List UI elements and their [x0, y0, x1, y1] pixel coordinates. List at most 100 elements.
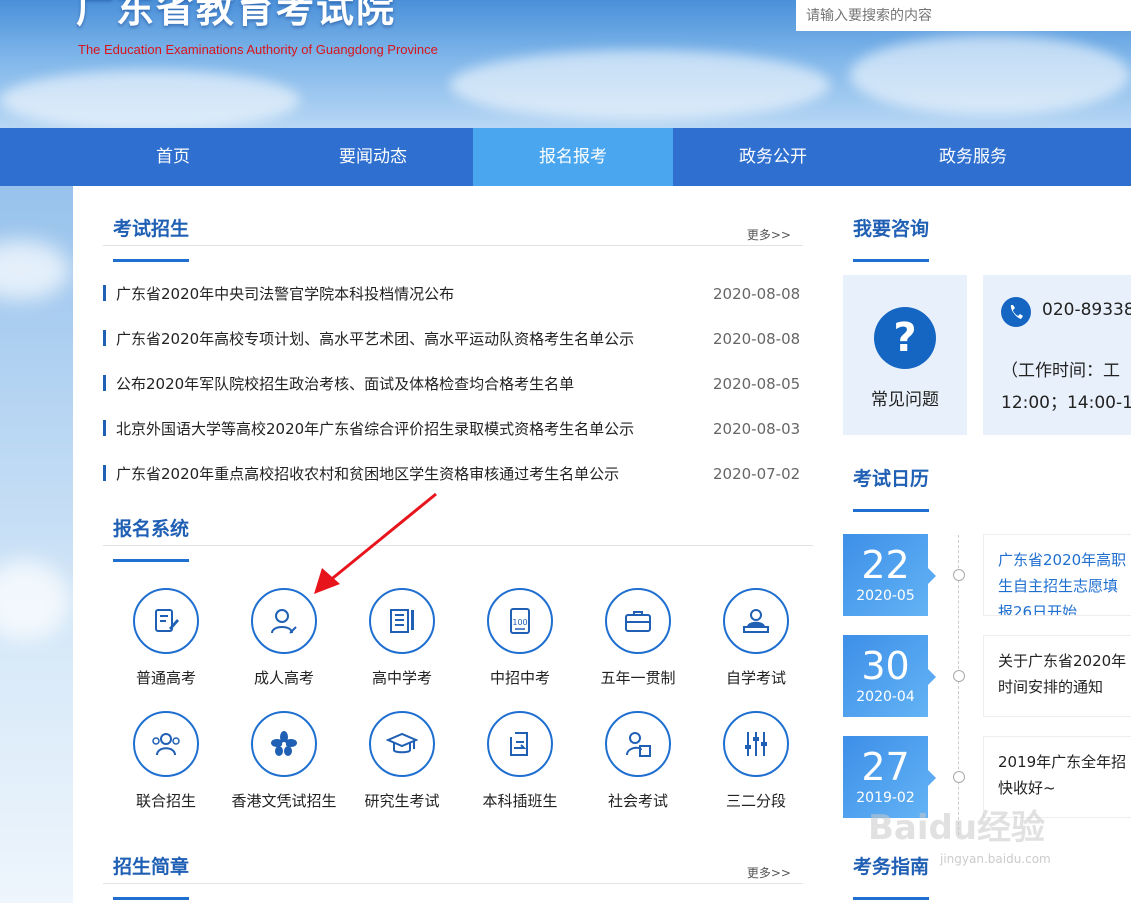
- calendar-month: 2020-05: [856, 588, 915, 604]
- clipboard-icon: [487, 711, 553, 777]
- calendar-day: 22: [861, 543, 910, 587]
- news-title-link[interactable]: 北京外国语大学等高校2020年广东省综合评价招生录取模式资格考生名单公示: [116, 418, 634, 439]
- news-title-link[interactable]: 公布2020年军队院校招生政治考核、面试及体格检查均合格考生名单: [116, 373, 574, 394]
- news-title-link[interactable]: 广东省2020年重点高校招收农村和贫困地区学生资格审核通过考生名单公示: [116, 463, 619, 484]
- faq-label: 常见问题: [871, 390, 939, 410]
- baidu-watermark: Baidu经验: [868, 808, 1046, 848]
- reg-item-yanjiusheng[interactable]: 研究生考试: [347, 711, 457, 811]
- briefcase-icon: [605, 588, 671, 654]
- news-date: 2020-08-03: [713, 420, 801, 438]
- site-logo-subtitle: The Education Examinations Authority of …: [78, 42, 438, 57]
- reg-item-label: 本科插班生: [482, 792, 558, 810]
- background-cloud: [0, 240, 70, 300]
- calendar-item: 22 2020-05 广东省2020年高职生自主招生志愿填报26日开始: [843, 534, 1131, 616]
- reg-item-label: 研究生考试: [364, 792, 440, 810]
- list-bullet-bar: [103, 375, 106, 391]
- list-item: 北京外国语大学等高校2020年广东省综合评价招生录取模式资格考生名单公示 202…: [103, 413, 803, 458]
- reg-item-label: 三二分段: [725, 792, 786, 810]
- site-header: 广东省教育考试院 The Education Examinations Auth…: [0, 0, 1131, 128]
- person-desk-icon: [723, 588, 789, 654]
- calendar-day: 30: [861, 644, 910, 688]
- news-title-link[interactable]: 广东省2020年中央司法警官学院本科投档情况公布: [116, 283, 454, 304]
- news-title-link[interactable]: 广东省2020年高校专项计划、高水平艺术团、高水平运动队资格考生名单公示: [116, 328, 634, 349]
- exam-recruit-title: 考试招生: [113, 216, 190, 262]
- reg-item-wunian-yiguanzhi[interactable]: 五年一贯制: [583, 588, 693, 688]
- reg-item-chengren-gaokao[interactable]: 成人高考: [229, 588, 339, 688]
- graduation-cap-icon: [369, 711, 435, 777]
- calendar-date: 22 2020-05: [843, 534, 936, 616]
- svg-text:100: 100: [512, 618, 527, 627]
- calendar-event-link[interactable]: 广东省2020年高职生自主招生志愿填报26日开始: [983, 534, 1131, 616]
- brochure-header: 招生简章 更多>>: [103, 838, 803, 900]
- guide-title: 考务指南: [853, 854, 930, 900]
- timeline-dot: [953, 771, 965, 783]
- timeline-dot: [953, 670, 965, 682]
- nav-item-news[interactable]: 要闻动态: [273, 128, 473, 186]
- phone-number: 020-89338: [1042, 300, 1131, 320]
- exam-recruit-more-link[interactable]: 更多>>: [747, 226, 791, 243]
- background-cloud: [0, 560, 70, 640]
- list-item: 广东省2020年高校专项计划、高水平艺术团、高水平运动队资格考生名单公示 202…: [103, 323, 803, 368]
- site-logo-title[interactable]: 广东省教育考试院: [76, 0, 396, 33]
- person-certificate-icon: [605, 711, 671, 777]
- phone-icon: [1001, 297, 1031, 327]
- faq-button[interactable]: ? 常见问题: [843, 275, 967, 435]
- score-paper-icon: 100: [487, 588, 553, 654]
- reg-item-label: 香港文凭试招生: [231, 792, 337, 810]
- news-date: 2020-08-05: [713, 375, 801, 393]
- bauhinia-icon: [251, 711, 317, 777]
- list-bullet-bar: [103, 285, 106, 301]
- nav-item-home[interactable]: 首页: [73, 128, 273, 186]
- reg-item-sanerfenduan[interactable]: 三二分段: [701, 711, 811, 811]
- reg-item-hk-dse[interactable]: 香港文凭试招生: [229, 711, 339, 811]
- nav-item-services[interactable]: 政务服务: [873, 128, 1073, 186]
- reg-item-label: 高中学考: [371, 669, 432, 687]
- calendar-event-link[interactable]: 关于广东省2020年时间安排的通知: [983, 635, 1131, 717]
- list-item: 广东省2020年中央司法警官学院本科投档情况公布 2020-08-08: [103, 278, 803, 323]
- list-bullet-bar: [103, 330, 106, 346]
- consult-title: 我要咨询: [853, 216, 930, 262]
- calendar-header: 考试日历: [843, 450, 1131, 512]
- list-bullet-bar: [103, 465, 106, 481]
- reg-item-label: 成人高考: [253, 669, 314, 687]
- main-content: 考试招生 更多>> 广东省2020年中央司法警官学院本科投档情况公布 2020-…: [73, 186, 1131, 903]
- reg-item-label: 联合招生: [135, 792, 196, 810]
- reg-item-label: 中招中考: [489, 669, 550, 687]
- calendar-day: 27: [861, 745, 910, 789]
- reg-item-lianhe-zhaosheng[interactable]: 联合招生: [111, 711, 221, 811]
- reg-item-label: 自学考试: [725, 669, 786, 687]
- reg-item-shehui-kaoshi[interactable]: 社会考试: [583, 711, 693, 811]
- news-date: 2020-08-08: [713, 330, 801, 348]
- work-time-line: 12:00；14:00-1: [1001, 393, 1131, 413]
- consult-header: 我要咨询: [843, 200, 1131, 262]
- baidu-watermark-url: jingyan.baidu.com: [940, 852, 1051, 866]
- red-arrow-annotation: [314, 492, 437, 594]
- news-date: 2020-07-02: [713, 465, 801, 483]
- reg-item-zixue-kaoshi[interactable]: 自学考试: [701, 588, 811, 688]
- registration-header: 报名系统: [103, 500, 813, 562]
- main-nav: 首页 要闻动态 报名报考 政务公开 政务服务: [0, 128, 1131, 186]
- list-item: 广东省2020年重点高校招收农村和贫困地区学生资格审核通过考生名单公示 2020…: [103, 458, 803, 503]
- reg-item-zhongzhao-zhongkao[interactable]: 100 中招中考: [465, 588, 575, 688]
- brochure-title: 招生简章: [113, 854, 190, 900]
- calendar-date: 30 2020-04: [843, 635, 936, 717]
- search-input[interactable]: [796, 0, 1131, 31]
- list-item: 公布2020年军队院校招生政治考核、面试及体格检查均合格考生名单 2020-08…: [103, 368, 803, 413]
- reg-item-putong-gaokao[interactable]: 普通高考: [111, 588, 221, 688]
- reg-item-benke-chabansheng[interactable]: 本科插班生: [465, 711, 575, 811]
- question-icon: ?: [874, 307, 936, 369]
- nav-item-registration[interactable]: 报名报考: [473, 128, 673, 186]
- reg-item-label: 普通高考: [135, 669, 196, 687]
- calendar-item: 30 2020-04 关于广东省2020年时间安排的通知: [843, 635, 1131, 717]
- reg-item-gaozhong-xuekao[interactable]: 高中学考: [347, 588, 457, 688]
- calendar-month: 2020-04: [856, 689, 915, 705]
- contact-box: 020-89338 （工作时间：工 12:00；14:00-1: [983, 275, 1131, 435]
- group-icon: [133, 711, 199, 777]
- nav-item-public-affairs[interactable]: 政务公开: [673, 128, 873, 186]
- exam-recruit-header: 考试招生 更多>>: [103, 200, 803, 262]
- brochure-more-link[interactable]: 更多>>: [747, 864, 791, 881]
- work-time: （工作时间：工 12:00；14:00-1: [1001, 355, 1131, 419]
- reg-item-label: 五年一贯制: [600, 669, 676, 687]
- timeline-dot: [953, 569, 965, 581]
- list-bullet-bar: [103, 420, 106, 436]
